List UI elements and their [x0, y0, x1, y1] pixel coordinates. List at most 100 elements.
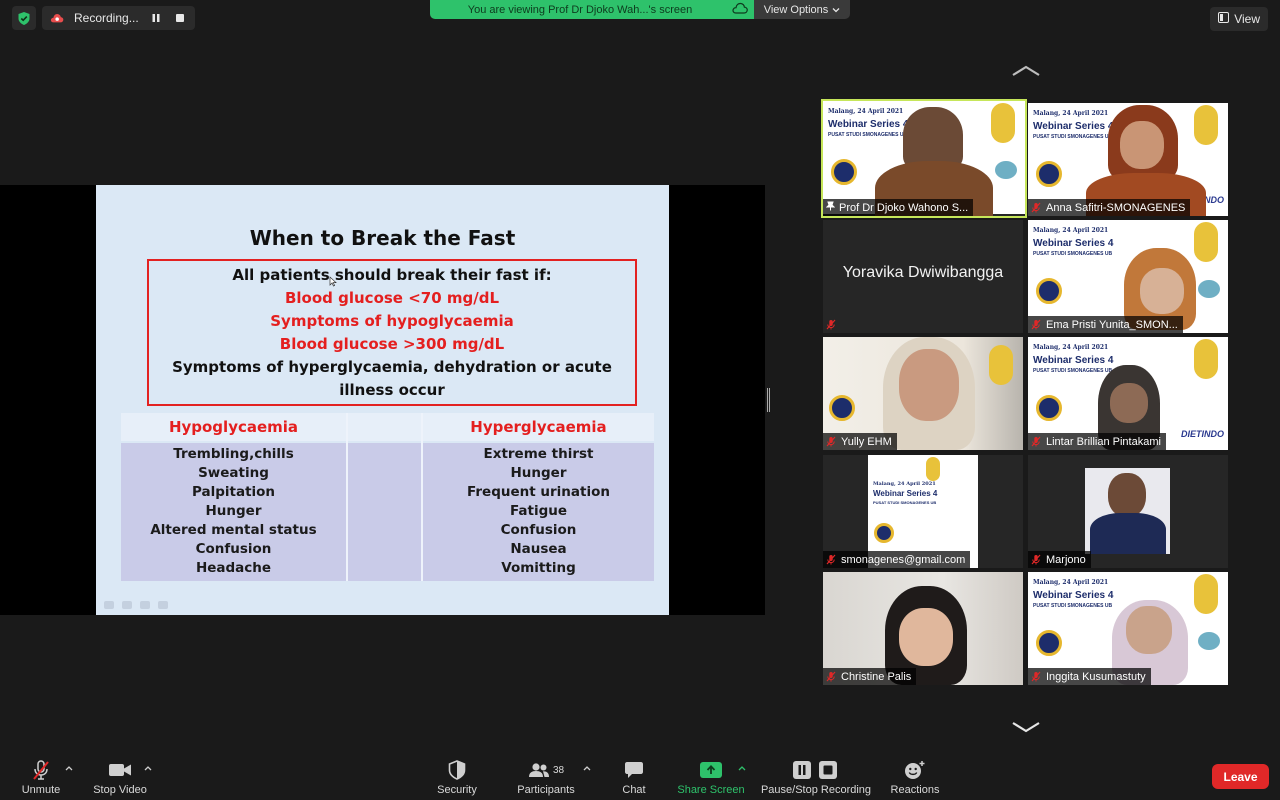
video-tile[interactable]: Malang, 24 April 2021 Webinar Series 4 P… [1028, 103, 1228, 216]
view-label: View [1234, 12, 1260, 26]
video-tile[interactable]: Malang, 24 April 2021 Webinar Series 4 P… [823, 455, 1023, 568]
list-item: Confusion [500, 522, 577, 538]
list-item: Nausea [510, 541, 567, 557]
list-item: Altered mental status [150, 522, 317, 538]
participant-name: Lintar Brillian Pintakami [1046, 435, 1161, 448]
gallery-page-down-chevron-icon[interactable] [1010, 718, 1042, 736]
webinar-title: Webinar Series 4 [1033, 355, 1114, 366]
gold-emblem-icon [1194, 339, 1218, 379]
mic-muted-icon [1031, 554, 1042, 565]
webinar-title: Webinar Series 4 [1033, 238, 1114, 249]
webinar-date: Malang, 24 April 2021 [1033, 227, 1109, 234]
gallery-page-up-chevron-icon[interactable] [1010, 62, 1042, 80]
participant-name-label: Anna Safitri-SMONAGENES [1028, 199, 1191, 216]
participants-count: 38 [552, 764, 565, 776]
participants-button[interactable]: 38 Participants [514, 759, 578, 799]
video-tile[interactable]: Malang, 24 April 2021 Webinar Series 4 P… [1028, 220, 1228, 333]
view-options-label: View Options [763, 3, 829, 16]
university-seal-icon [874, 523, 894, 543]
video-options-caret-icon[interactable] [143, 763, 153, 773]
participant-name: Prof Dr Djoko Wahono S... [839, 201, 969, 214]
video-tile-no-video[interactable]: Yoravika Dwiwibangga [823, 220, 1023, 333]
viewing-screen-text: You are viewing Prof Dr Djoko Wah...'s s… [467, 3, 693, 16]
webinar-subtitle: PUSAT STUDI SMONAGENES UB [828, 132, 908, 138]
shared-screen[interactable]: When to Break the Fast All patients shou… [0, 185, 765, 615]
participant-name: smonagenes@gmail.com [841, 553, 966, 566]
list-item: Hunger [510, 465, 567, 481]
participant-name-label: smonagenes@gmail.com [823, 551, 971, 568]
slides-icon [140, 601, 150, 609]
mic-muted-icon [826, 436, 837, 447]
webinar-subtitle: PUSAT STUDI SMONAGENES UB [1033, 368, 1113, 374]
break-fast-criteria-box: All patients should break their fast if:… [147, 259, 637, 406]
unmute-button[interactable]: Unmute [18, 759, 64, 799]
participant-name: Inggita Kusumastuty [1046, 670, 1146, 683]
gold-emblem-icon [989, 345, 1013, 385]
participant-body [1090, 513, 1166, 554]
pause-stop-recording-button[interactable]: Pause/Stop Recording [760, 759, 872, 799]
video-tile[interactable]: Malang, 24 April 2021 Webinar Series 4 P… [1028, 572, 1228, 685]
mouse-cursor-icon [329, 276, 337, 290]
criteria-hypo-symptoms: Symptoms of hypoglycaemia [270, 311, 514, 330]
chevron-down-icon [832, 4, 840, 16]
university-seal-icon [1036, 278, 1062, 304]
video-tile[interactable]: Yully EHM [823, 337, 1023, 450]
pen-icon [122, 601, 132, 609]
recording-label: Recording... [74, 11, 139, 25]
participant-face [1120, 121, 1164, 169]
list-item: Extreme thirst [483, 446, 594, 462]
webinar-subtitle: PUSAT STUDI SMONAGENES UB [1033, 134, 1113, 140]
webinar-date: Malang, 24 April 2021 [1033, 110, 1109, 117]
gold-emblem-icon [1194, 105, 1218, 145]
panel-resize-handle[interactable] [767, 388, 770, 412]
university-seal-icon [1036, 395, 1062, 421]
participant-face [899, 349, 959, 421]
pause-stop-recording-label: Pause/Stop Recording [760, 784, 872, 796]
grid-view-icon [1218, 12, 1230, 26]
leave-button[interactable]: Leave [1212, 764, 1269, 789]
participant-name: Christine Palis [841, 670, 912, 683]
chat-button[interactable]: Chat [616, 759, 652, 799]
presentation-slide: When to Break the Fast All patients shou… [96, 185, 669, 615]
encryption-shield-icon[interactable] [12, 6, 36, 30]
prev-slide-icon [104, 601, 114, 609]
participants-options-caret-icon[interactable] [582, 763, 592, 773]
view-button[interactable]: View [1210, 7, 1268, 31]
pause-recording-icon[interactable] [149, 11, 163, 25]
hyperglycaemia-list: Extreme thirst Hunger Frequent urination… [423, 445, 654, 578]
security-button[interactable]: Security [434, 759, 480, 799]
share-options-caret-icon[interactable] [737, 763, 747, 773]
video-tile[interactable]: Malang, 24 April 2021 Webinar Series 4 P… [1028, 337, 1228, 450]
hypoglycaemia-list: Trembling,chills Sweating Palpitation Hu… [121, 445, 346, 578]
list-item: Vomitting [501, 560, 576, 576]
video-tile[interactable]: Christine Palis [823, 572, 1023, 685]
audio-options-caret-icon[interactable] [64, 763, 74, 773]
cloud-icon [732, 2, 748, 17]
cloud-recording-icon [50, 11, 64, 25]
university-seal-icon [831, 159, 857, 185]
recording-indicator[interactable]: Recording... [42, 6, 195, 30]
slide-title: When to Break the Fast [249, 226, 516, 250]
stop-video-button[interactable]: Stop Video [90, 759, 150, 799]
share-screen-button[interactable]: Share Screen [676, 759, 746, 799]
dietindo-logo: DIETINDO [1180, 429, 1224, 439]
video-tile-active-speaker[interactable]: Malang, 24 April 2021 Webinar Series 4 P… [821, 99, 1027, 218]
criteria-high-glucose: Blood glucose >300 mg/dL [279, 334, 505, 353]
meeting-toolbar: Unmute Stop Video Security 38 Participan… [0, 753, 1280, 800]
mic-muted-icon [1031, 202, 1042, 213]
list-item: Palpitation [191, 484, 276, 500]
webinar-title: Webinar Series 4 [1033, 590, 1114, 601]
university-seal-icon [1036, 630, 1062, 656]
hypoglycaemia-header: Hypoglycaemia [168, 418, 299, 436]
video-tile[interactable]: Marjono [1028, 455, 1228, 568]
view-options-menu[interactable]: View Options [754, 0, 850, 19]
participant-status [823, 316, 842, 333]
participant-face [1110, 383, 1148, 423]
reactions-button[interactable]: Reactions [888, 759, 942, 799]
top-left-controls: Recording... [12, 6, 195, 30]
mic-muted-icon [1031, 436, 1042, 447]
participants-icon: 38 [528, 759, 564, 781]
webinar-subtitle: PUSAT STUDI SMONAGENES UB [1033, 251, 1113, 257]
stop-recording-icon[interactable] [173, 11, 187, 25]
unmute-label: Unmute [21, 784, 61, 796]
